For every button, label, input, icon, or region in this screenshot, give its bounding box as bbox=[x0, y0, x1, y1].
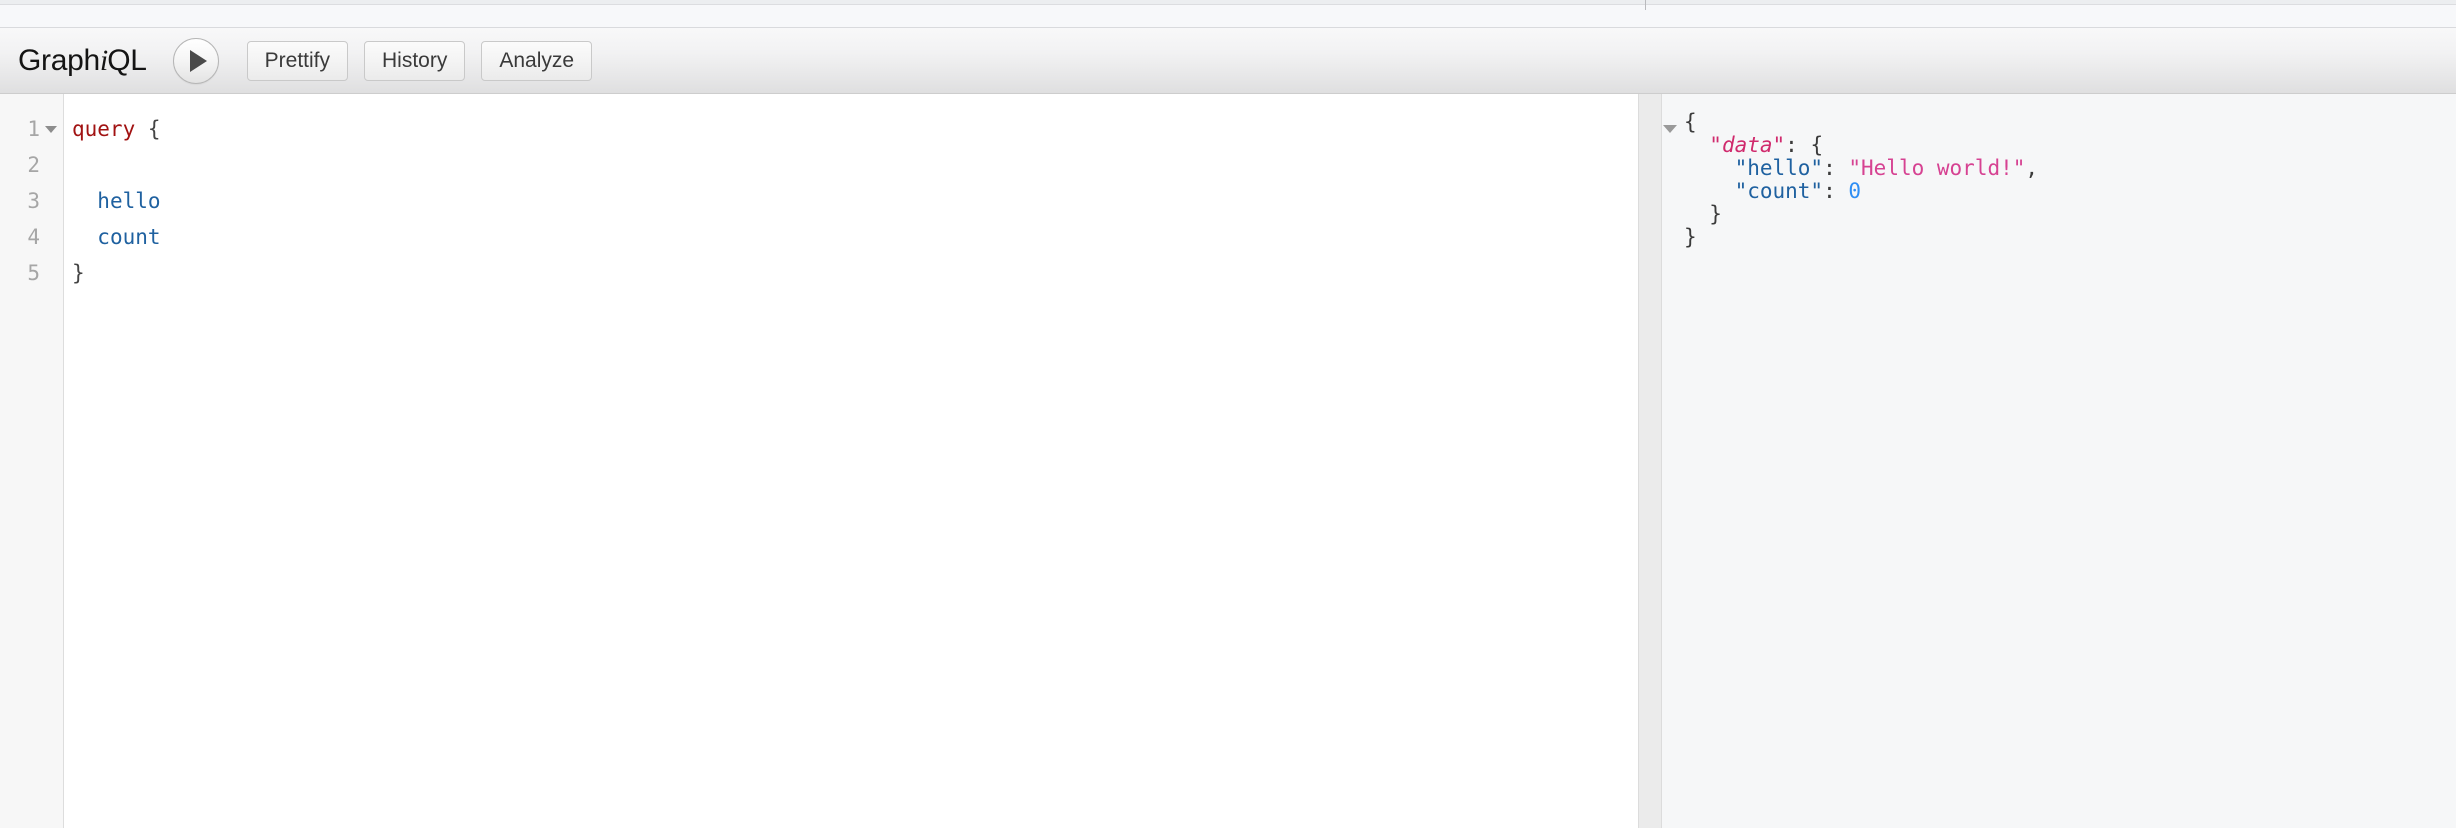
code-token: { bbox=[147, 117, 161, 141]
code-token: "Hello world!" bbox=[1848, 156, 2026, 180]
code-token: { bbox=[1684, 110, 1697, 134]
code-token: : bbox=[1823, 156, 1849, 180]
code-token: query bbox=[72, 117, 136, 141]
top-strip-divider bbox=[1645, 0, 1646, 10]
query-code-line bbox=[72, 147, 1638, 183]
play-icon bbox=[189, 49, 207, 72]
analyze-button[interactable]: Analyze bbox=[481, 40, 593, 81]
line-number: 2 bbox=[27, 153, 40, 177]
code-token: { bbox=[1810, 133, 1824, 157]
code-token: 0 bbox=[1848, 179, 1862, 203]
result-viewer-gutter bbox=[1662, 94, 1680, 828]
logo-text-before: Graph bbox=[18, 43, 100, 77]
line-number: 5 bbox=[27, 261, 40, 285]
top-strip-edge bbox=[0, 0, 2456, 5]
result-code-line: } bbox=[1684, 203, 2456, 226]
fold-triangle-icon[interactable] bbox=[45, 126, 57, 133]
prettify-button[interactable]: Prettify bbox=[246, 40, 349, 81]
query-editor-code[interactable]: query { hello count} bbox=[64, 94, 1638, 828]
code-token: , bbox=[2025, 156, 2039, 180]
code-token: : bbox=[1785, 133, 1811, 157]
result-viewer-pane[interactable]: { "data": { "hello": "Hello world!", "co… bbox=[1662, 94, 2456, 828]
code-token: } bbox=[72, 261, 85, 285]
query-editor-gutter: 1 2 3 4 5 bbox=[0, 94, 64, 828]
execute-query-button[interactable] bbox=[172, 37, 219, 84]
result-code-line: { bbox=[1684, 111, 2456, 134]
query-editor-pane[interactable]: 1 2 3 4 5 query { hello count} bbox=[0, 94, 1638, 828]
code-token: hello bbox=[97, 189, 161, 213]
line-number: 4 bbox=[27, 225, 40, 249]
graphiql-toolbar: GraphiQL Prettify History Analyze bbox=[0, 28, 2456, 94]
code-token: : bbox=[1823, 179, 1849, 203]
result-code-line: "count": 0 bbox=[1684, 180, 2456, 203]
result-viewer-code: { "data": { "hello": "Hello world!", "co… bbox=[1680, 94, 2456, 828]
window-top-strip bbox=[0, 0, 2456, 28]
graphiql-logo: GraphiQL bbox=[18, 43, 147, 77]
code-token: "hello" bbox=[1734, 156, 1824, 180]
pane-resize-handle[interactable] bbox=[1638, 94, 1662, 828]
code-token: } bbox=[1684, 225, 1697, 249]
fold-triangle-icon[interactable] bbox=[1663, 125, 1677, 133]
result-code-line: "hello": "Hello world!", bbox=[1684, 157, 2456, 180]
code-token: count bbox=[97, 225, 161, 249]
code-token: "data" bbox=[1709, 133, 1786, 157]
query-code-line: query { bbox=[72, 111, 1638, 147]
query-code-line: } bbox=[72, 255, 1638, 291]
logo-text-after: QL bbox=[107, 43, 147, 77]
graphiql-app: GraphiQL Prettify History Analyze 1 2 3 4 5 … bbox=[0, 0, 2456, 828]
line-number: 3 bbox=[27, 189, 40, 213]
result-code-line: "data": { bbox=[1684, 134, 2456, 157]
line-number: 1 bbox=[0, 111, 63, 147]
query-code-line: count bbox=[72, 219, 1638, 255]
editor-panes: 1 2 3 4 5 query { hello count} { "data": { "… bbox=[0, 94, 2456, 828]
result-code-line: } bbox=[1684, 226, 2456, 249]
code-token: } bbox=[1709, 202, 1722, 226]
code-token: "count" bbox=[1734, 179, 1824, 203]
query-code-line: hello bbox=[72, 183, 1638, 219]
history-button[interactable]: History bbox=[364, 40, 466, 81]
